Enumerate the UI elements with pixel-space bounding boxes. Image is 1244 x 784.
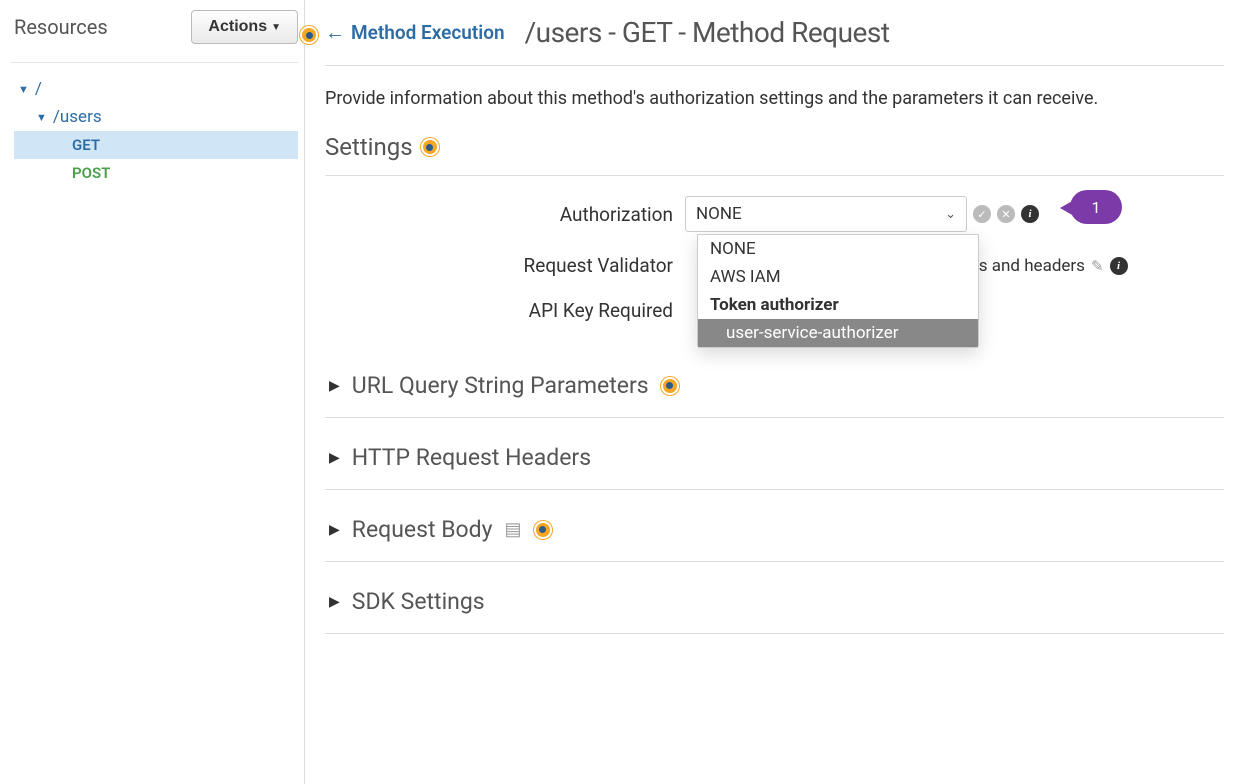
- section-body[interactable]: ▶ Request Body ▤: [325, 498, 1224, 562]
- page-description: Provide information about this method's …: [325, 88, 1224, 109]
- dropdown-group-token: Token authorizer: [698, 291, 978, 319]
- tree-method-get[interactable]: GET: [14, 131, 298, 159]
- sidebar-title: Resources: [10, 15, 108, 39]
- dropdown-option-user-service[interactable]: user-service-authorizer: [698, 319, 978, 347]
- pencil-icon[interactable]: ✎: [1091, 257, 1104, 275]
- tree-method-post[interactable]: POST: [14, 159, 298, 187]
- authorization-selected: NONE: [696, 204, 742, 224]
- arrow-left-icon: ←: [325, 20, 345, 45]
- back-label: Method Execution: [351, 21, 505, 44]
- caret-right-icon: ▶: [329, 522, 340, 538]
- book-icon: ▤: [505, 519, 522, 540]
- tree-root[interactable]: ▼ /: [14, 75, 298, 103]
- callout-number: 1: [1092, 198, 1101, 217]
- caret-right-icon: ▶: [329, 378, 340, 394]
- caret-right-icon: ▶: [329, 450, 340, 466]
- section-url-params-title: URL Query String Parameters: [352, 372, 649, 399]
- api-key-label: API Key Required: [325, 299, 685, 322]
- tree-root-label: /: [35, 79, 42, 99]
- settings-heading: Settings: [325, 133, 1224, 176]
- section-headers-title: HTTP Request Headers: [352, 444, 591, 471]
- info-icon[interactable]: i: [1021, 205, 1039, 223]
- dropdown-option-iam[interactable]: AWS IAM: [698, 263, 978, 291]
- tree-users-label: /users: [53, 107, 102, 127]
- sidebar: Resources Actions ▼ ▼ / ▼ /users GET POS…: [0, 0, 305, 784]
- resource-tree: ▼ / ▼ /users GET POST: [10, 75, 298, 187]
- section-sdk-title: SDK Settings: [352, 588, 485, 615]
- request-validator-partial: rs and headers: [973, 256, 1085, 276]
- section-body-title: Request Body: [352, 516, 493, 543]
- actions-button[interactable]: Actions ▼: [191, 10, 298, 44]
- request-validator-label: Request Validator: [325, 254, 685, 277]
- chevron-down-icon: ⌄: [945, 207, 956, 222]
- info-icon[interactable]: i: [1110, 257, 1128, 275]
- authorization-dropdown: NONE AWS IAM Token authorizer user-servi…: [697, 234, 979, 348]
- sidebar-header: Resources Actions ▼: [10, 10, 298, 63]
- caret-down-icon: ▼: [18, 83, 29, 96]
- tree-users[interactable]: ▼ /users: [14, 103, 298, 131]
- authorization-select[interactable]: NONE ⌄: [685, 196, 967, 232]
- callout-badge: 1: [1070, 190, 1122, 224]
- hint-badge-icon: [534, 521, 552, 539]
- caret-right-icon: ▶: [329, 594, 340, 610]
- authorization-label: Authorization: [325, 203, 685, 226]
- section-url-params[interactable]: ▶ URL Query String Parameters: [325, 354, 1224, 418]
- caret-down-icon: ▼: [271, 22, 281, 33]
- authorization-row: Authorization NONE ⌄ ✓ ✕ i 1 NONE AWS IA…: [325, 196, 1224, 232]
- confirm-icon[interactable]: ✓: [973, 205, 991, 223]
- section-headers[interactable]: ▶ HTTP Request Headers: [325, 426, 1224, 490]
- tree-get-label: GET: [72, 136, 100, 154]
- authorization-value: NONE ⌄ ✓ ✕ i: [685, 196, 1224, 232]
- actions-label: Actions: [208, 18, 267, 36]
- section-sdk[interactable]: ▶ SDK Settings: [325, 570, 1224, 634]
- tree-post-label: POST: [72, 164, 110, 182]
- page-title: /users - GET - Method Request: [525, 16, 890, 49]
- dropdown-option-none[interactable]: NONE: [698, 235, 978, 263]
- back-link[interactable]: ← Method Execution: [325, 20, 505, 45]
- main-header: ← Method Execution /users - GET - Method…: [325, 16, 1224, 66]
- main-content: ← Method Execution /users - GET - Method…: [305, 0, 1244, 784]
- hint-badge-icon: [421, 138, 439, 156]
- hint-badge-icon: [661, 377, 679, 395]
- cancel-icon[interactable]: ✕: [997, 205, 1015, 223]
- settings-title-text: Settings: [325, 133, 413, 161]
- caret-down-icon: ▼: [36, 111, 47, 124]
